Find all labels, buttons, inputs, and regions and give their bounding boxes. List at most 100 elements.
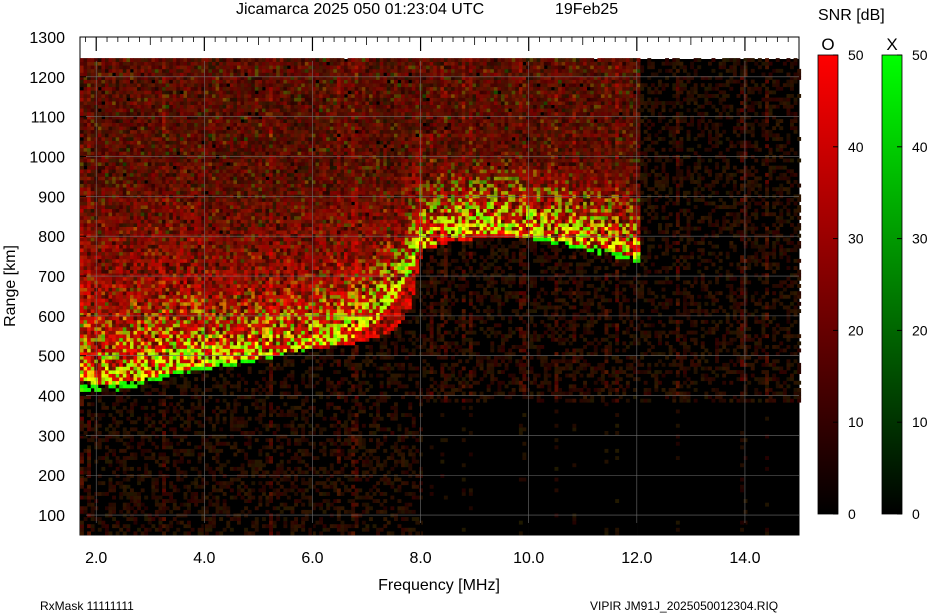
heatmap-cell [154,122,159,127]
heatmap-cell [112,126,116,131]
heatmap-cell [133,341,138,346]
heatmap-cell [190,126,195,131]
heatmap-cell [108,448,113,453]
heatmap-cell [190,115,195,120]
heatmap-cell [119,251,124,256]
heatmap-cell [176,205,181,209]
heatmap-cell [169,111,174,116]
heatmap-cell [226,119,231,123]
heatmap-cell [137,223,141,227]
heatmap-cell [212,334,216,339]
heatmap-cell [87,445,91,450]
heatmap-cell [140,90,145,95]
heatmap-cell [122,165,127,170]
heatmap-cell [212,502,216,507]
heatmap-cell [144,531,149,536]
heatmap-cell [179,154,184,159]
heatmap-cell [83,377,88,382]
heatmap-cell [204,162,209,166]
heatmap-cell [133,509,138,514]
heatmap-cell [97,262,102,267]
heatmap-cell [229,327,234,331]
heatmap-cell [158,111,163,116]
heatmap-cell [112,352,116,356]
heatmap-cell [229,79,234,84]
heatmap-cell [115,58,120,62]
heatmap-cell [130,65,134,70]
heatmap-cell [108,183,113,188]
heatmap-cell [144,420,149,425]
heatmap-cell [187,441,191,446]
heatmap-cell [144,151,149,156]
heatmap-cell [151,151,156,156]
heatmap-cell [133,61,138,66]
heatmap-cell [80,115,84,120]
heatmap-cell [229,495,234,500]
heatmap-cell [122,531,127,536]
heatmap-cell [87,165,91,170]
heatmap-cell [183,183,188,188]
heatmap-cell [194,445,199,450]
heatmap-cell [212,104,216,109]
heatmap-cell [80,524,84,529]
heatmap-cell [237,298,241,303]
heatmap-cell [105,86,109,91]
heatmap-cell [158,345,163,349]
heatmap-cell [108,172,113,177]
heatmap-cell [183,316,188,321]
heatmap-cell [87,470,91,475]
heatmap-cell [83,115,88,120]
heatmap-cell [226,137,231,141]
heatmap-cell [119,366,124,371]
heatmap-cell [229,341,234,346]
heatmap-cell [90,273,95,278]
heatmap-cell [83,509,88,514]
heatmap-cell [244,266,248,270]
heatmap-cell [222,115,227,120]
heatmap-cell [240,488,245,493]
heatmap-cell [151,198,156,202]
heatmap-cell [208,276,213,281]
heatmap-cell [165,266,170,270]
heatmap-cell [83,276,88,281]
heatmap-cell [101,298,106,303]
heatmap-cell [179,255,184,260]
heatmap-cell [237,280,241,285]
heatmap-cell [144,506,149,511]
heatmap-cell [183,427,188,432]
heatmap-cell [165,362,170,367]
heatmap-cell [172,452,177,457]
heatmap-cell [119,248,124,253]
heatmap-cell [130,262,134,267]
heatmap-cell [172,65,177,70]
heatmap-cell [105,269,109,274]
heatmap-cell [162,147,166,152]
heatmap-cell [197,316,202,321]
heatmap-cell [122,287,127,292]
heatmap-cell [176,97,181,102]
heatmap-cell [112,79,116,84]
heatmap-cell [204,262,209,267]
heatmap-cell [154,276,159,281]
heatmap-cell [183,215,188,220]
heatmap-cell [158,176,163,181]
heatmap-cell [122,273,127,278]
heatmap-cell [244,348,248,353]
heatmap-cell [147,517,152,521]
heatmap-cell [194,111,199,116]
heatmap-cell [176,61,181,66]
heatmap-cell [158,452,163,457]
heatmap-cell [140,65,145,70]
heatmap-cell [169,154,174,159]
heatmap-cell [147,345,152,349]
heatmap-cell [101,348,106,353]
heatmap-cell [194,251,199,256]
heatmap-cell [158,61,163,66]
heatmap-cell [112,502,116,507]
heatmap-cell [126,319,131,324]
heatmap-cell [165,108,170,113]
heatmap-cell [169,276,174,281]
heatmap-cell [165,420,170,425]
heatmap-cell [83,223,88,227]
heatmap-cell [190,388,195,392]
